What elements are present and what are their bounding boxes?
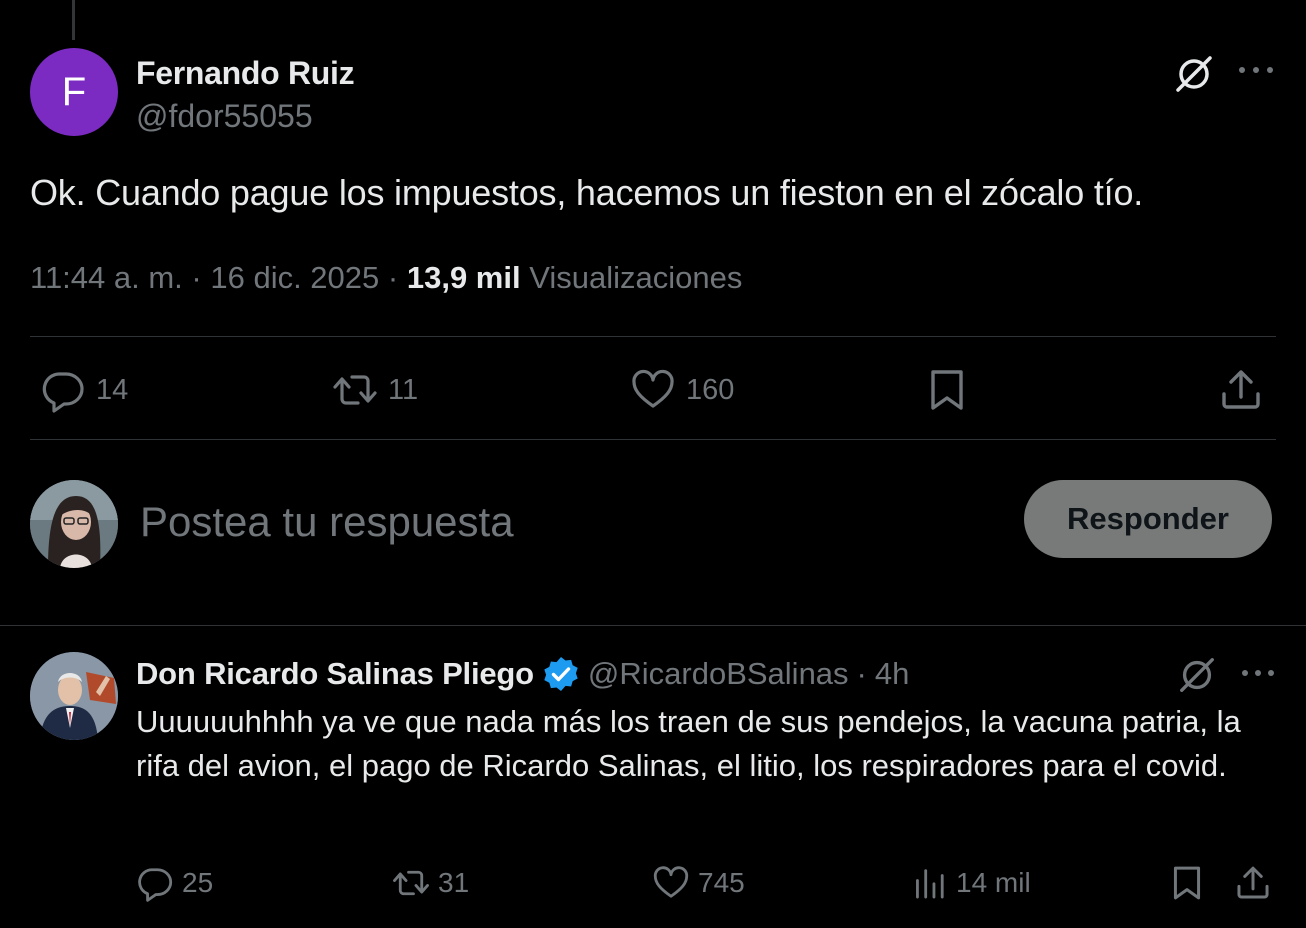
- meta-separator: ·: [387, 260, 407, 295]
- reply-action-bar: 25 31 745 14 mil: [136, 860, 1276, 906]
- bookmark-icon: [1173, 866, 1201, 900]
- like-count: 745: [698, 867, 745, 898]
- avatar[interactable]: [30, 652, 118, 740]
- bookmark-button[interactable]: [924, 360, 970, 420]
- main-tweet-header: F Fernando Ruiz @fdor55055: [30, 48, 1276, 138]
- meta-separator: ·: [191, 260, 211, 295]
- like-count: 160: [686, 373, 735, 406]
- tweet-time[interactable]: 4h: [875, 656, 909, 692]
- bar-chart-icon: [916, 869, 944, 899]
- main-action-bar: 14 11 160: [30, 360, 1276, 420]
- more-icon[interactable]: [1236, 58, 1276, 82]
- reply-submit-button[interactable]: Responder: [1024, 480, 1272, 558]
- views-button[interactable]: 14 mil: [910, 860, 1031, 906]
- reply-input[interactable]: Postea tu respuesta: [140, 496, 514, 548]
- repost-count: 11: [388, 373, 419, 406]
- avatar[interactable]: F: [30, 48, 118, 136]
- repost-button[interactable]: 11: [332, 360, 418, 420]
- tweet-date[interactable]: 16 dic. 2025: [210, 260, 379, 295]
- author-handle[interactable]: @fdor55055: [136, 96, 354, 136]
- grok-icon[interactable]: [1172, 52, 1216, 96]
- share-icon: [1222, 370, 1260, 409]
- author-name[interactable]: Don Ricardo Salinas Pliego: [136, 656, 534, 692]
- more-icon[interactable]: [1240, 662, 1276, 684]
- thread-connector-line: [72, 0, 75, 40]
- heart-icon: [653, 866, 689, 898]
- reply-count: 14: [96, 373, 129, 406]
- bookmark-button[interactable]: [1168, 860, 1206, 906]
- bookmark-icon: [931, 370, 963, 410]
- repost-icon: [393, 870, 429, 896]
- reply-button[interactable]: 25: [136, 860, 213, 906]
- reply-composer: Postea tu respuesta Responder: [30, 478, 1272, 570]
- repost-button[interactable]: 31: [392, 860, 469, 906]
- share-button[interactable]: [1234, 860, 1272, 906]
- user-photo: [30, 652, 118, 740]
- verified-badge-icon[interactable]: [542, 655, 580, 693]
- speech-bubble-icon: [138, 868, 173, 902]
- share-button[interactable]: [1218, 360, 1264, 420]
- meta-separator: ·: [856, 656, 867, 691]
- repost-icon: [333, 375, 377, 405]
- like-button[interactable]: 745: [652, 860, 745, 906]
- author-block: Fernando Ruiz @fdor55055: [136, 54, 355, 136]
- section-divider: [0, 625, 1306, 626]
- views-count: 14 mil: [956, 867, 1031, 898]
- grok-icon[interactable]: [1176, 654, 1218, 696]
- divider: [30, 336, 1276, 337]
- tweet-time[interactable]: 11:44 a. m.: [30, 260, 183, 295]
- tweet-meta: 11:44 a. m. · 16 dic. 2025 · 13,9 mil Vi…: [30, 256, 742, 300]
- views-count[interactable]: 13,9 mil: [407, 260, 521, 295]
- user-photo: [30, 480, 118, 568]
- share-icon: [1237, 866, 1269, 899]
- repost-count: 31: [438, 867, 470, 898]
- reply-tweet-header: Don Ricardo Salinas Pliego @RicardoBSali…: [136, 652, 909, 696]
- author-name[interactable]: Fernando Ruiz: [136, 54, 355, 92]
- tweet-text: Uuuuuuhhhh ya ve que nada más los traen …: [136, 704, 1241, 783]
- avatar[interactable]: [30, 480, 118, 568]
- reply-button[interactable]: 14: [40, 360, 128, 420]
- divider: [30, 439, 1276, 440]
- heart-icon: [632, 369, 674, 408]
- views-label: Visualizaciones: [529, 260, 743, 295]
- reply-count: 25: [182, 867, 214, 898]
- like-button[interactable]: 160: [630, 360, 734, 420]
- speech-bubble-icon: [42, 372, 84, 413]
- tweet-text: Ok. Cuando pague los impuestos, hacemos …: [30, 172, 1144, 213]
- author-handle[interactable]: @RicardoBSalinas: [588, 656, 849, 692]
